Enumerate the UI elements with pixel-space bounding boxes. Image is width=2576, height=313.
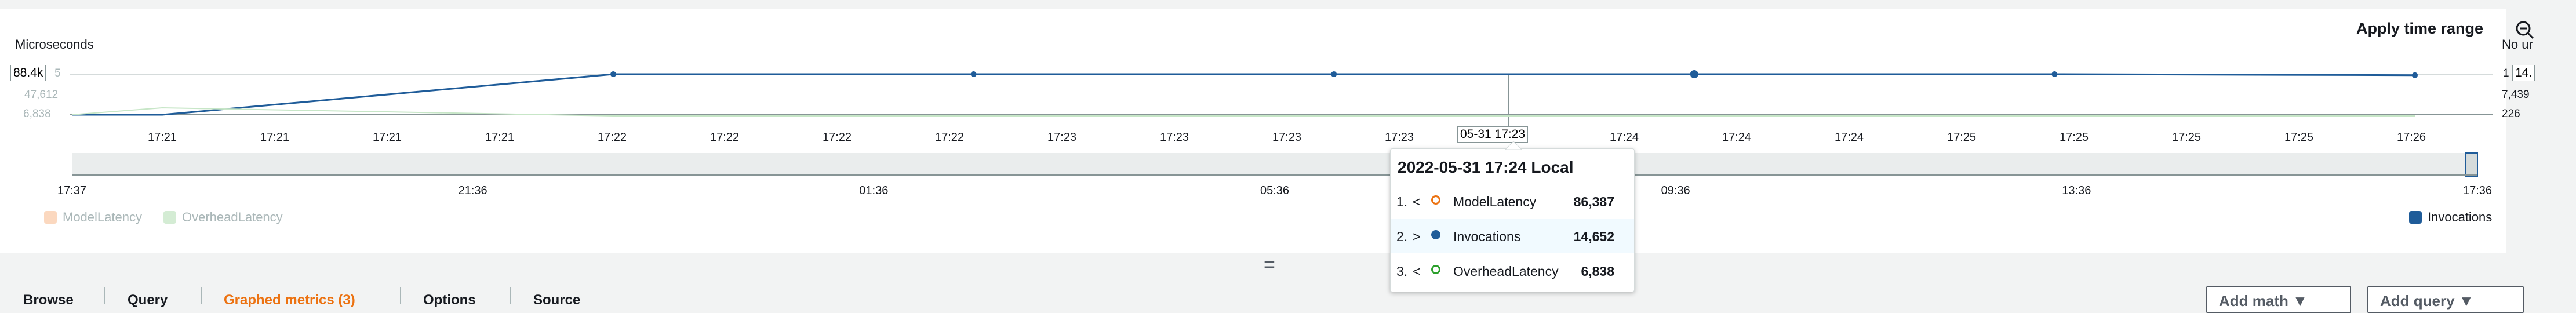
tooltip-pointer — [1505, 141, 1522, 150]
hollow-dot-icon — [1431, 265, 1440, 274]
data-point-invocations[interactable] — [610, 71, 616, 77]
hollow-dot-icon — [1431, 195, 1440, 205]
x-tick-label: 17:22 — [822, 131, 852, 144]
tooltip-title: 2022-05-31 17:24 Local — [1398, 158, 1574, 176]
left-axis-arrow-icon: < — [1413, 264, 1421, 279]
timeline-track — [72, 153, 2466, 176]
x-tick-label: 17:21 — [147, 131, 177, 144]
x-tick-label: 17:24 — [1722, 131, 1752, 144]
data-point-invocations[interactable] — [1331, 71, 1337, 77]
tooltip-row-overhead-latency: 3. < OverheadLatency 6,838 — [1391, 253, 1634, 288]
data-point-tooltip: 2022-05-31 17:24 Local 1. < ModelLatency… — [1390, 141, 1635, 292]
tab-bar: Browse Query Graphed metrics (3) Options… — [0, 287, 696, 308]
left-axis-arrow-icon: < — [1413, 194, 1421, 209]
legend-swatch — [2409, 211, 2422, 224]
tab-graphed-metrics[interactable]: Graphed metrics (3) — [224, 292, 355, 308]
row-index: 1. — [1396, 194, 1408, 209]
x-tick-label: 17:21 — [260, 131, 290, 144]
tab-source[interactable]: Source — [533, 292, 580, 308]
x-tick-label: 17:24 — [1609, 131, 1639, 144]
row-index: 3. — [1396, 264, 1408, 279]
timeline-selection-handle[interactable] — [2465, 152, 2478, 177]
add-query-label: Add query — [2380, 292, 2455, 310]
x-tick-label: 17:23 — [1047, 131, 1077, 144]
legend-label: ModelLatency — [63, 210, 142, 224]
timeline-tick-label: 13:36 — [2062, 184, 2091, 197]
row-index: 2. — [1396, 229, 1408, 244]
row-name: ModelLatency — [1453, 194, 1537, 209]
timeline-tick-label: 21:36 — [458, 184, 487, 197]
legend-label: OverheadLatency — [182, 210, 283, 224]
x-tick-label: 17:22 — [597, 131, 627, 144]
legend-invocations[interactable]: Invocations — [2409, 210, 2492, 225]
row-value: 14,652 — [1573, 229, 1614, 244]
row-name: OverheadLatency — [1453, 264, 1559, 279]
caret-down-icon: ▼ — [2458, 292, 2474, 310]
series-line-invocations — [72, 73, 2415, 116]
row-name: Invocations — [1453, 229, 1521, 244]
legend-overhead-latency[interactable]: OverheadLatency — [163, 210, 283, 225]
timeline-tick-label: 09:36 — [1661, 184, 1690, 197]
tab-query[interactable]: Query — [128, 292, 168, 308]
tab-divider — [201, 287, 202, 304]
tab-divider — [510, 287, 511, 304]
row-value: 6,838 — [1581, 264, 1614, 279]
x-tick-label: 17:23 — [1384, 131, 1414, 144]
tab-divider — [104, 287, 105, 304]
timeline-tick-label: 05:36 — [1260, 184, 1290, 197]
focus-time-label: 05-31 17:23 — [1457, 126, 1529, 143]
tab-divider — [400, 287, 401, 304]
timeline-tick-label: 17:37 — [57, 184, 87, 197]
x-tick-label: 17:24 — [1834, 131, 1864, 144]
filled-dot-icon — [1431, 230, 1440, 239]
tooltip-row-model-latency: 1. < ModelLatency 86,387 — [1391, 184, 1634, 219]
legend-swatch — [44, 211, 57, 224]
right-axis-arrow-icon: > — [1413, 229, 1421, 244]
series-layer — [71, 70, 2418, 117]
tab-options[interactable]: Options — [423, 292, 476, 308]
tab-browse[interactable]: Browse — [23, 292, 74, 308]
x-tick-label: 17:22 — [710, 131, 740, 144]
line-chart[interactable] — [0, 0, 2576, 174]
timeline-tick-label: 17:36 — [2462, 184, 2493, 197]
data-point-invocations[interactable] — [2412, 72, 2418, 78]
x-tick-label: 17:21 — [485, 131, 515, 144]
resize-handle-icon[interactable]: = — [1264, 254, 1275, 276]
data-point-invocations[interactable] — [1690, 70, 1698, 78]
timeline-navigator[interactable] — [0, 151, 2576, 180]
x-tick-label: 17:25 — [2059, 131, 2089, 144]
x-tick-label: 17:26 — [2396, 131, 2426, 144]
legend-model-latency[interactable]: ModelLatency — [44, 210, 142, 225]
add-math-button[interactable]: Add math ▼ — [2206, 286, 2351, 313]
timeline-tick-label: 01:36 — [859, 184, 889, 197]
data-point-invocations[interactable] — [970, 71, 977, 77]
caret-down-icon: ▼ — [2293, 292, 2308, 310]
add-math-label: Add math — [2219, 292, 2288, 310]
x-tick-label: 17:21 — [372, 131, 402, 144]
tooltip-row-invocations: 2. > Invocations 14,652 — [1391, 219, 1634, 253]
x-tick-label: 17:25 — [2284, 131, 2314, 144]
data-point-invocations[interactable] — [2051, 71, 2058, 77]
row-value: 86,387 — [1573, 194, 1614, 209]
legend-swatch — [163, 211, 176, 224]
x-tick-label: 17:25 — [1946, 131, 1977, 144]
x-tick-label: 17:23 — [1272, 131, 1302, 144]
x-tick-label: 17:25 — [2171, 131, 2202, 144]
legend-label: Invocations — [2428, 210, 2493, 224]
x-tick-label: 17:22 — [934, 131, 965, 144]
x-tick-label: 17:23 — [1159, 131, 1189, 144]
add-query-button[interactable]: Add query ▼ — [2367, 286, 2524, 313]
